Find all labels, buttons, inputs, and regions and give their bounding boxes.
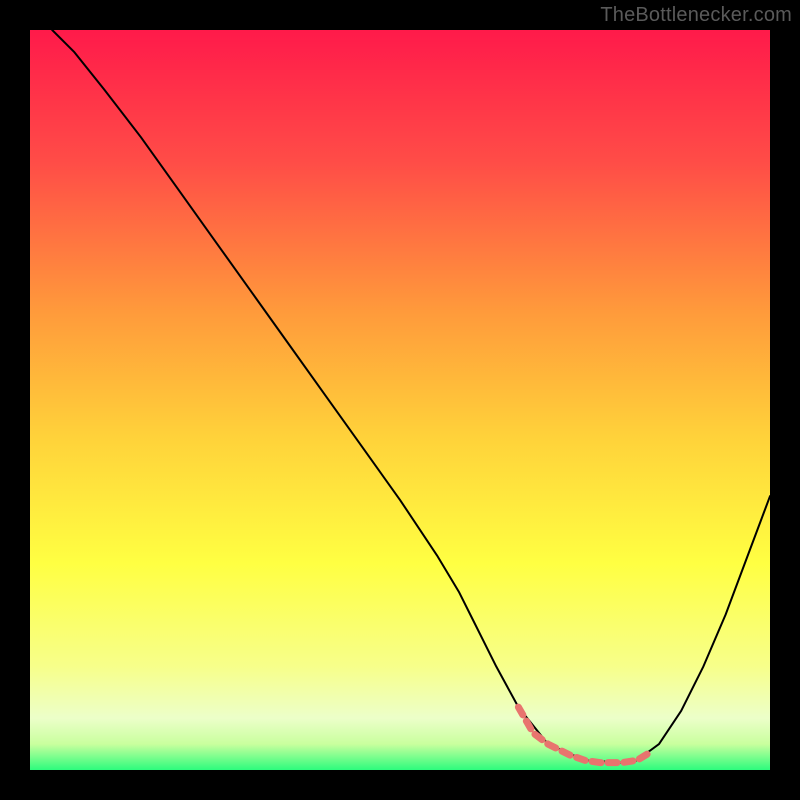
gradient-background [30,30,770,770]
bottleneck-chart-svg [30,30,770,770]
watermark-text: TheBottlenecker.com [600,4,792,27]
plot-area [30,30,770,770]
chart-frame: TheBottlenecker.com [0,0,800,800]
